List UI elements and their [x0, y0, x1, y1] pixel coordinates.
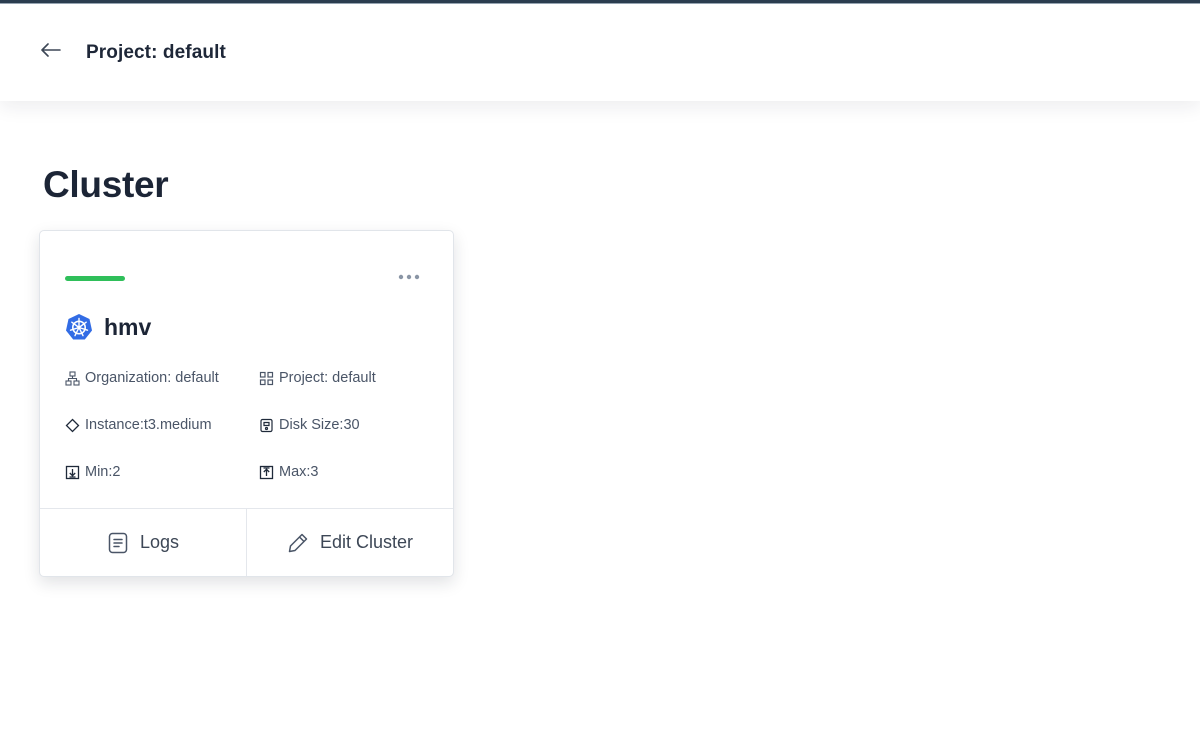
cluster-name-row: hmv [65, 313, 151, 341]
arrow-left-icon [41, 42, 61, 62]
page-title: Cluster [43, 164, 169, 205]
arrow-down-box-icon [65, 465, 80, 480]
logs-button[interactable]: Logs [40, 509, 246, 576]
disk-size-info: Disk Size:30 [259, 417, 360, 433]
edit-cluster-label: Edit Cluster [319, 532, 414, 552]
org-chart-icon [65, 370, 80, 386]
cluster-name: hmv [104, 313, 152, 340]
disk-size-label: Disk Size:30 [279, 417, 360, 433]
project-info: Project: default [259, 370, 376, 386]
max-nodes-label: Max:3 [279, 464, 319, 480]
pencil-icon [287, 532, 309, 554]
organization-label: Organization: default [85, 370, 219, 386]
card-footer: Logs Edit Cluster [40, 508, 453, 576]
page-header: Project: default [0, 4, 1200, 101]
min-nodes-label: Min:2 [85, 464, 121, 480]
arrow-up-box-icon [259, 465, 274, 480]
max-nodes-info: Max:3 [259, 464, 319, 480]
kubernetes-icon [65, 313, 93, 341]
edit-cluster-button[interactable]: Edit Cluster [246, 509, 453, 576]
header-title: Project: default [86, 42, 226, 63]
instance-label: Instance:t3.medium [85, 417, 212, 433]
project-label: Project: default [279, 370, 376, 386]
more-options-button[interactable] [396, 267, 422, 285]
organization-info: Organization: default [65, 370, 219, 386]
back-button[interactable] [36, 40, 66, 64]
status-indicator [65, 276, 125, 281]
cluster-card: hmv Organization: default Project: defau… [39, 230, 454, 577]
more-horizontal-icon [398, 267, 420, 285]
document-icon [107, 532, 129, 554]
diamond-icon [65, 418, 80, 433]
instance-info: Instance:t3.medium [65, 417, 212, 433]
disk-icon [259, 418, 274, 433]
logs-label: Logs [139, 532, 180, 552]
grid-icon [259, 371, 274, 386]
min-nodes-info: Min:2 [65, 464, 120, 480]
